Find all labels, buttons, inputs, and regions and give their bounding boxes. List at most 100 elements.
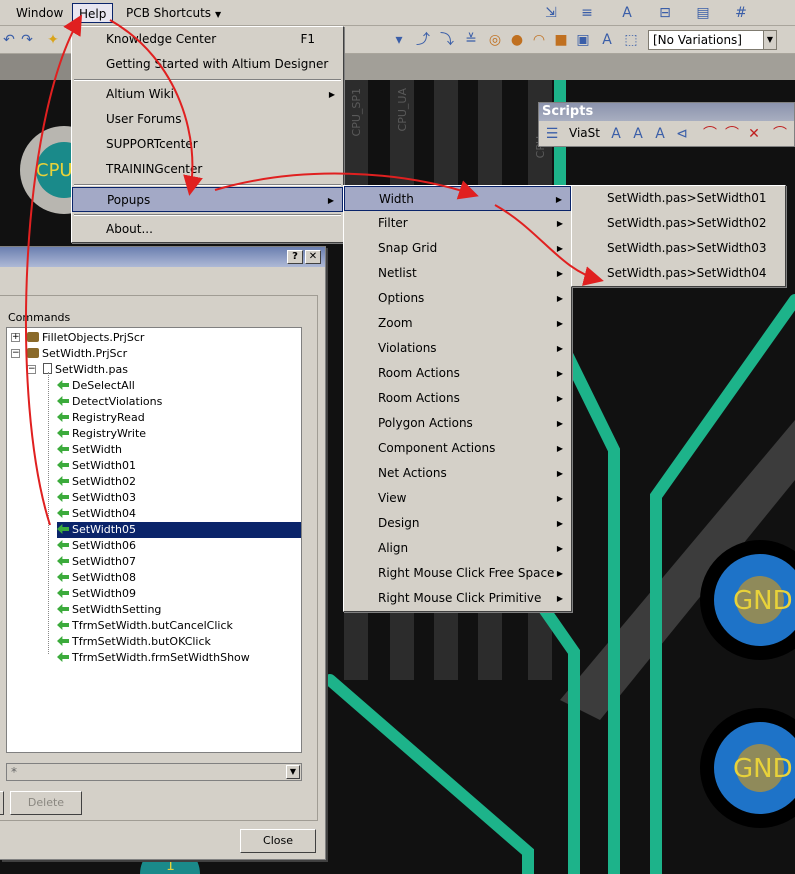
grid-icon[interactable]: # — [732, 4, 750, 22]
menu-window[interactable]: Window — [10, 3, 69, 23]
popups-menu-item[interactable]: Polygon Actions ▶ — [344, 411, 571, 436]
bus-route-icon[interactable]: ≚ — [462, 31, 480, 49]
popups-menu-item[interactable]: Design ▶ — [344, 511, 571, 536]
layer-icon[interactable]: ▤ — [694, 4, 712, 22]
dialog-titlebar[interactable] — [0, 247, 325, 267]
browse-button[interactable] — [0, 791, 4, 815]
tree-label: SetWidthSetting — [72, 603, 162, 616]
tree-procedure-item[interactable]: RegistryWrite — [57, 426, 146, 442]
tree-procedure-item[interactable]: RegistryRead — [57, 410, 145, 426]
close-button[interactable]: Close — [240, 829, 316, 853]
popups-menu-item[interactable]: Snap Grid ▶ — [344, 236, 571, 261]
tree-procedure-item[interactable]: SetWidth — [57, 442, 122, 458]
expand-icon[interactable]: + — [11, 333, 20, 342]
tree-procedure-item[interactable]: DetectViolations — [57, 394, 162, 410]
width-menu-item[interactable]: SetWidth.pas>SetWidth01 — [572, 186, 785, 211]
help-menu-item[interactable]: Altium Wiki ▶ — [72, 82, 343, 107]
project-filter-combo[interactable]: * ▼ — [6, 763, 302, 781]
tree-procedure-item[interactable]: TfrmSetWidth.butCancelClick — [57, 618, 233, 634]
align-icon[interactable]: ≡ — [578, 4, 596, 22]
tree-procedure-item[interactable]: SetWidth04 — [57, 506, 136, 522]
chevron-down-icon[interactable]: ▼ — [286, 765, 300, 779]
collapse-icon[interactable]: − — [27, 365, 36, 374]
polygon-icon[interactable]: ▣ — [574, 31, 592, 49]
tree-procedure-item[interactable]: SetWidth03 — [57, 490, 136, 506]
popups-menu-item[interactable]: Filter ▶ — [344, 211, 571, 236]
menu-icon[interactable]: ☰ — [543, 125, 561, 143]
redo-icon[interactable]: ↷ — [18, 31, 36, 49]
width-menu-item[interactable]: SetWidth.pas>SetWidth04 — [572, 261, 785, 286]
arc-icon[interactable]: ⌒ — [723, 125, 741, 143]
variations-select[interactable]: [No Variations] — [648, 30, 764, 50]
menu-pcb-shortcuts[interactable]: PCB Shortcuts ▼ — [120, 3, 227, 23]
menu-help[interactable]: Help — [72, 3, 114, 23]
tree-procedure-item[interactable]: DeSelectAll — [57, 378, 135, 394]
popups-menu-item[interactable]: Right Mouse Click Free Space ▶ — [344, 561, 571, 586]
measure-icon[interactable]: ⊲ — [673, 125, 691, 143]
close-x-button[interactable]: ✕ — [305, 250, 321, 264]
help-button[interactable]: ? — [287, 250, 303, 264]
width-menu-item[interactable]: SetWidth.pas>SetWidth02 — [572, 211, 785, 236]
popups-menu-item[interactable]: Violations ▶ — [344, 336, 571, 361]
text-tool-icon[interactable]: A — [618, 4, 636, 22]
popups-menu-item[interactable]: Width ▶ — [344, 186, 571, 211]
tree-procedure-item[interactable]: SetWidth05 — [57, 522, 301, 538]
commands-tree[interactable]: + FilletObjects.PrjScr − SetWidth.PrjScr… — [6, 327, 302, 753]
string-icon[interactable]: A — [598, 31, 616, 49]
help-menu-item[interactable]: Knowledge Center F1 — [72, 27, 343, 52]
chevron-down-icon[interactable]: ▼ — [763, 30, 777, 50]
tree-procedure-item[interactable]: SetWidth01 — [57, 458, 136, 474]
tree-project-fillet[interactable]: FilletObjects.PrjScr — [27, 330, 144, 346]
help-menu-item[interactable]: TRAININGcenter — [72, 157, 343, 182]
diff-route-icon[interactable]: ⤵ — [438, 31, 456, 49]
popups-menu-item[interactable]: Room Actions ▶ — [344, 361, 571, 386]
arc-icon[interactable]: ◠ — [530, 31, 548, 49]
tree-procedure-item[interactable]: SetWidth06 — [57, 538, 136, 554]
help-menu-item[interactable]: Getting Started with Altium Designer — [72, 52, 343, 77]
help-menu-item[interactable]: User Forums — [72, 107, 343, 132]
text-icon[interactable]: A — [651, 125, 669, 143]
tree-procedure-item[interactable]: SetWidth02 — [57, 474, 136, 490]
tree-procedure-item[interactable]: SetWidthSetting — [57, 602, 161, 618]
help-menu-item[interactable]: SUPPORTcenter — [72, 132, 343, 157]
arc-icon[interactable]: ⌒ — [701, 125, 719, 143]
tree-procedure-item[interactable]: TfrmSetWidth.butOKClick — [57, 634, 211, 650]
cross-icon[interactable]: ✕ — [745, 125, 763, 143]
tree-procedure-item[interactable]: TfrmSetWidth.frmSetWidthShow — [57, 650, 250, 666]
popups-menu-item[interactable]: Netlist ▶ — [344, 261, 571, 286]
popups-menu-item[interactable]: Options ▶ — [344, 286, 571, 311]
viast-button[interactable]: ViaSt — [569, 126, 600, 140]
tree-procedure-item[interactable]: SetWidth08 — [57, 570, 136, 586]
popups-menu-item[interactable]: Right Mouse Click Primitive ▶ — [344, 586, 571, 611]
popups-menu-item[interactable]: Room Actions ▶ — [344, 386, 571, 411]
distribute-icon[interactable]: ⊟ — [656, 4, 674, 22]
submenu-arrow-icon: ▶ — [556, 219, 563, 228]
dropdown-icon[interactable]: ▾ — [390, 31, 408, 49]
via-icon[interactable]: ◎ — [486, 31, 504, 49]
tree-project-setwidth[interactable]: SetWidth.PrjScr — [27, 346, 127, 362]
pad-icon[interactable]: ● — [508, 31, 526, 49]
help-menu-item[interactable]: About... — [72, 217, 343, 242]
popups-menu-item[interactable]: Component Actions ▶ — [344, 436, 571, 461]
undo-icon[interactable]: ↶ — [0, 31, 18, 49]
popups-menu-item[interactable]: Zoom ▶ — [344, 311, 571, 336]
tree-procedure-item[interactable]: SetWidth09 — [57, 586, 136, 602]
chart-icon[interactable]: ⇲ — [542, 4, 560, 22]
array-icon[interactable]: ⬚ — [622, 31, 640, 49]
text-icon[interactable]: A — [629, 125, 647, 143]
collapse-icon[interactable]: − — [11, 349, 20, 358]
popups-menu-item[interactable]: Net Actions ▶ — [344, 461, 571, 486]
delete-button[interactable]: Delete — [10, 791, 82, 815]
tree-procedure-item[interactable]: SetWidth07 — [57, 554, 136, 570]
wand-icon[interactable]: ✦ — [44, 31, 62, 49]
popups-menu-item[interactable]: View ▶ — [344, 486, 571, 511]
route-icon[interactable]: ⤴ — [414, 31, 432, 49]
document-tab[interactable] — [0, 54, 72, 80]
help-menu-item[interactable]: Popups ▶ — [72, 187, 343, 212]
text-icon[interactable]: A — [607, 125, 625, 143]
arc-icon[interactable]: ⌒ — [771, 125, 789, 143]
popups-menu-item[interactable]: Align ▶ — [344, 536, 571, 561]
tree-unit[interactable]: SetWidth.pas — [43, 362, 128, 378]
fill-icon[interactable]: ■ — [552, 31, 570, 49]
width-menu-item[interactable]: SetWidth.pas>SetWidth03 — [572, 236, 785, 261]
